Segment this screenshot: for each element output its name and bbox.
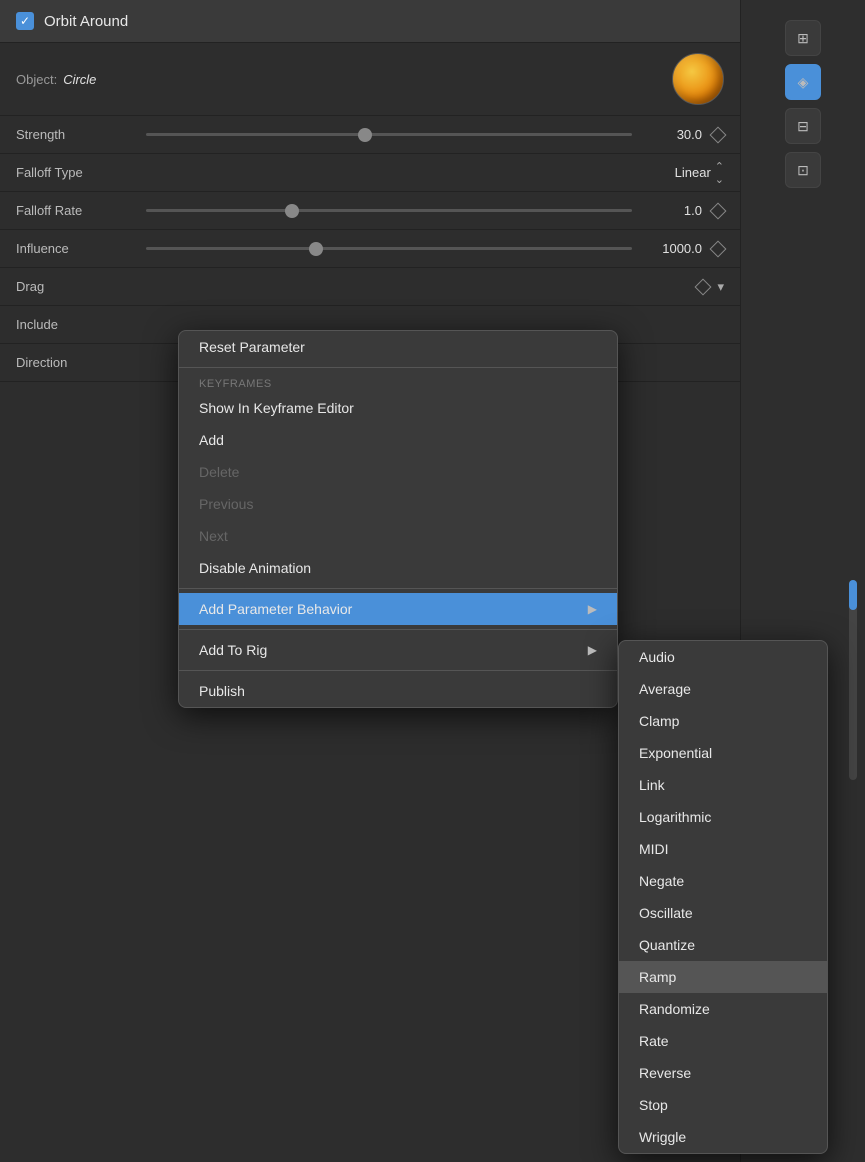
- submenu-item-stop[interactable]: Stop: [619, 1089, 827, 1121]
- submenu-item-midi[interactable]: MIDI: [619, 833, 827, 865]
- direction-label: Direction: [16, 355, 136, 370]
- falloff-type-value: Linear: [675, 165, 711, 180]
- drag-expand-icons: ▾: [697, 279, 724, 295]
- menu-next-label: Next: [199, 528, 228, 544]
- submenu-item-ramp[interactable]: Ramp: [619, 961, 827, 993]
- influence-value: 1000.0: [642, 241, 702, 256]
- menu-delete-label: Delete: [199, 464, 239, 480]
- falloff-type-stepper[interactable]: ⌃⌄: [715, 160, 724, 186]
- falloff-rate-keyframe-diamond[interactable]: [710, 202, 727, 219]
- falloff-type-row: Falloff Type Linear ⌃⌄: [0, 154, 740, 192]
- orbit-around-checkbox[interactable]: ✓: [16, 12, 34, 30]
- sidebar-scrollbar[interactable]: [849, 580, 857, 780]
- submenu-item-average[interactable]: Average: [619, 673, 827, 705]
- sidebar-btn-3[interactable]: ⊟: [785, 108, 821, 144]
- influence-label: Influence: [16, 241, 136, 256]
- menu-add-param-behavior-arrow: ▶: [588, 602, 597, 616]
- sidebar-btn-2[interactable]: ◈: [785, 64, 821, 100]
- sidebar-btn-4[interactable]: ⊡: [785, 152, 821, 188]
- influence-thumb[interactable]: [309, 242, 323, 256]
- menu-reset-label: Reset Parameter: [199, 339, 305, 355]
- submenu-item-oscillate[interactable]: Oscillate: [619, 897, 827, 929]
- sidebar-scroll-thumb[interactable]: [849, 580, 857, 610]
- menu-disable-animation-label: Disable Animation: [199, 560, 311, 576]
- falloff-rate-value: 1.0: [642, 203, 702, 218]
- submenu-item-logarithmic[interactable]: Logarithmic: [619, 801, 827, 833]
- object-value: Circle: [63, 72, 672, 87]
- submenu-item-reverse[interactable]: Reverse: [619, 1057, 827, 1089]
- falloff-rate-row: Falloff Rate 1.0: [0, 192, 740, 230]
- strength-label: Strength: [16, 127, 136, 142]
- menu-sep-4: [179, 670, 617, 671]
- submenu-item-clamp[interactable]: Clamp: [619, 705, 827, 737]
- circle-object-icon[interactable]: [672, 53, 724, 105]
- header-title: Orbit Around: [44, 13, 128, 30]
- menu-add-to-rig-label: Add To Rig: [199, 642, 267, 658]
- menu-previous-label: Previous: [199, 496, 253, 512]
- sidebar-btn-1[interactable]: ⊞: [785, 20, 821, 56]
- menu-previous: Previous: [179, 488, 617, 520]
- submenu-item-link[interactable]: Link: [619, 769, 827, 801]
- menu-publish-label: Publish: [199, 683, 245, 699]
- menu-sep-3: [179, 629, 617, 630]
- strength-slider[interactable]: [146, 133, 632, 136]
- influence-row: Influence 1000.0: [0, 230, 740, 268]
- drag-row: Drag ▾: [0, 268, 740, 306]
- menu-reset-parameter[interactable]: Reset Parameter: [179, 331, 617, 363]
- menu-add-to-rig[interactable]: Add To Rig ▶: [179, 634, 617, 666]
- menu-add-label: Add: [199, 432, 224, 448]
- menu-delete: Delete: [179, 456, 617, 488]
- drag-keyframe-diamond[interactable]: [695, 278, 712, 295]
- strength-row: Strength 30.0: [0, 116, 740, 154]
- strength-keyframe-diamond[interactable]: [710, 126, 727, 143]
- influence-slider[interactable]: [146, 247, 632, 250]
- submenu-parameter-behavior: AudioAverageClampExponentialLinkLogarith…: [618, 640, 828, 1154]
- submenu-item-quantize[interactable]: Quantize: [619, 929, 827, 961]
- influence-keyframe-diamond[interactable]: [710, 240, 727, 257]
- menu-disable-animation[interactable]: Disable Animation: [179, 552, 617, 584]
- object-row: Object: Circle: [0, 43, 740, 116]
- menu-add[interactable]: Add: [179, 424, 617, 456]
- falloff-rate-slider[interactable]: [146, 209, 632, 212]
- header-row: ✓ Orbit Around: [0, 0, 740, 43]
- menu-show-keyframe-editor[interactable]: Show In Keyframe Editor: [179, 392, 617, 424]
- falloff-rate-label: Falloff Rate: [16, 203, 136, 218]
- menu-add-param-behavior[interactable]: Add Parameter Behavior ▶: [179, 593, 617, 625]
- menu-sep-2: [179, 588, 617, 589]
- menu-add-to-rig-arrow: ▶: [588, 643, 597, 657]
- strength-slider-thumb[interactable]: [358, 128, 372, 142]
- context-menu: Reset Parameter KEYFRAMES Show In Keyfra…: [178, 330, 618, 708]
- menu-publish[interactable]: Publish: [179, 675, 617, 707]
- include-label: Include: [16, 317, 136, 332]
- submenu-item-audio[interactable]: Audio: [619, 641, 827, 673]
- strength-value: 30.0: [642, 127, 702, 142]
- drag-expand-arrow[interactable]: ▾: [717, 279, 724, 295]
- object-label: Object:: [16, 72, 57, 87]
- submenu-item-exponential[interactable]: Exponential: [619, 737, 827, 769]
- menu-sep-1: [179, 367, 617, 368]
- falloff-type-label: Falloff Type: [16, 165, 136, 180]
- drag-label: Drag: [16, 279, 697, 294]
- menu-next: Next: [179, 520, 617, 552]
- submenu-item-negate[interactable]: Negate: [619, 865, 827, 897]
- submenu-item-rate[interactable]: Rate: [619, 1025, 827, 1057]
- menu-keyframes-section: KEYFRAMES: [179, 372, 617, 392]
- falloff-type-select[interactable]: Linear ⌃⌄: [675, 160, 724, 186]
- submenu-item-wriggle[interactable]: Wriggle: [619, 1121, 827, 1153]
- menu-show-keyframe-label: Show In Keyframe Editor: [199, 400, 354, 416]
- submenu-item-randomize[interactable]: Randomize: [619, 993, 827, 1025]
- menu-add-param-behavior-label: Add Parameter Behavior: [199, 601, 352, 617]
- falloff-rate-thumb[interactable]: [285, 204, 299, 218]
